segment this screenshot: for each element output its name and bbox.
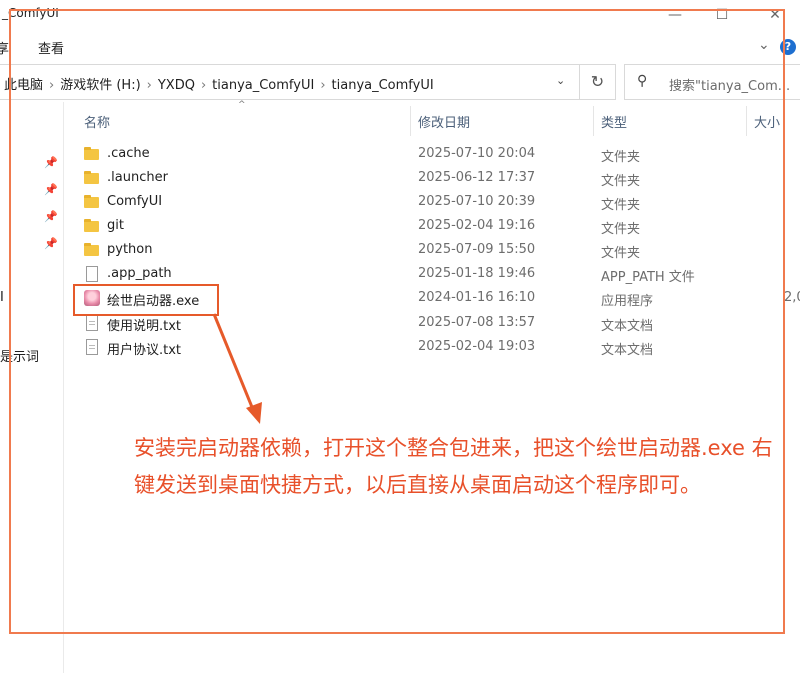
file-date: 2025-07-08 13:57 [418, 315, 536, 330]
address-bar[interactable]: 此电脑 › 游戏软件 (H:) › YXDQ › tianya_ComfyUI › tianya… [0, 64, 580, 100]
column-header-type[interactable]: 类型 [601, 112, 627, 131]
file-name: python [107, 242, 153, 257]
file-icon [84, 266, 100, 282]
annotation-text: 安装完启动器依赖，打开这个整合包进来，把这个绘世启动器.exe 右键发送到桌面快… [134, 436, 773, 497]
maximize-button[interactable]: ☐ [707, 4, 737, 26]
refresh-button[interactable]: ↻ [580, 64, 616, 100]
column-header-name[interactable]: 名称 [84, 112, 110, 131]
breadcrumb-tianya-1[interactable]: tianya_ComfyUI [212, 78, 314, 93]
breadcrumb: 此电脑 › 游戏软件 (H:) › YXDQ › tianya_ComfyUI › tianya… [4, 74, 434, 93]
text-file-icon [84, 339, 100, 355]
file-name: git [107, 218, 124, 233]
file-date: 2025-07-10 20:04 [418, 146, 536, 161]
chevron-right-icon: › [200, 78, 207, 93]
file-name: 使用说明.txt [107, 319, 182, 334]
file-date: 2025-02-04 19:16 [418, 218, 536, 233]
table-row[interactable]: git 2025-02-04 19:16 文件夹 [64, 214, 800, 238]
file-type: 文件夹 [601, 198, 641, 213]
minimize-button[interactable]: — [660, 4, 690, 26]
file-type: 文本文档 [601, 343, 654, 358]
search-icon: ⚲ [637, 73, 648, 89]
file-date: 2025-07-09 15:50 [418, 242, 536, 257]
file-type: 文件夹 [601, 222, 641, 237]
file-type: APP_PATH 文件 [601, 270, 695, 285]
navigation-pane: 📌 📌 📌 📌 I 是示词 [0, 102, 64, 673]
file-date: 2025-02-04 19:03 [418, 339, 536, 354]
table-row[interactable]: python 2025-07-09 15:50 文件夹 [64, 238, 800, 262]
search-placeholder: 搜索"tianya_Com... [669, 79, 791, 94]
nav-item-fragment[interactable]: I [0, 290, 4, 305]
chevron-right-icon: › [320, 78, 326, 93]
search-input[interactable]: ⚲ 搜索"tianya_Com... [624, 64, 800, 100]
column-divider[interactable] [746, 106, 747, 136]
ribbon-bar: 享 查看 ⌄ ? [0, 32, 800, 60]
file-name: ComfyUI [107, 194, 163, 209]
table-row[interactable]: 使用说明.txt 2025-07-08 13:57 文本文档 [64, 311, 800, 335]
table-row[interactable]: ComfyUI 2025-07-10 20:39 文件夹 [64, 190, 800, 214]
annotation-arrow [212, 313, 262, 424]
file-type: 应用程序 [601, 294, 654, 309]
breadcrumb-this-pc[interactable]: 此电脑 [4, 78, 43, 93]
column-divider[interactable] [593, 106, 594, 136]
file-name: 用户协议.txt [107, 343, 182, 358]
column-header-date[interactable]: 修改日期 [418, 112, 470, 131]
folder-icon [84, 242, 100, 258]
address-history-dropdown[interactable]: ⌄ [556, 74, 565, 87]
pin-icon[interactable]: 📌 [44, 183, 58, 196]
file-name: .launcher [107, 170, 168, 185]
file-name: .cache [107, 146, 150, 161]
column-divider[interactable] [410, 106, 411, 136]
tab-share[interactable]: 享 [0, 38, 9, 57]
file-size: 2,0 [784, 290, 800, 305]
folder-icon [84, 194, 100, 210]
file-date: 2025-07-10 20:39 [418, 194, 536, 209]
pin-icon[interactable]: 📌 [44, 156, 58, 169]
text-file-icon [84, 315, 100, 331]
breadcrumb-yxdq[interactable]: YXDQ [158, 78, 195, 93]
table-row[interactable]: 用户协议.txt 2025-02-04 19:03 文本文档 [64, 335, 800, 359]
nav-item-prompts[interactable]: 是示词 [0, 346, 39, 365]
file-type: 文件夹 [601, 246, 641, 261]
file-name: .app_path [107, 266, 172, 281]
chevron-right-icon: › [146, 78, 152, 93]
title-bar: _ComfyUI — ☐ ✕ [0, 0, 800, 32]
file-type: 文件夹 [601, 174, 641, 189]
chevron-right-icon: › [49, 78, 55, 93]
column-headers: ^ 名称 修改日期 类型 大小 [64, 100, 800, 138]
file-name: 绘世启动器.exe [107, 294, 200, 309]
pin-icon[interactable]: 📌 [44, 237, 58, 250]
chevron-down-icon[interactable]: ⌄ [758, 37, 770, 53]
folder-icon [84, 146, 100, 162]
close-button[interactable]: ✕ [760, 4, 790, 26]
folder-icon [84, 218, 100, 234]
pin-icon[interactable]: 📌 [44, 210, 58, 223]
file-type: 文本文档 [601, 319, 654, 334]
breadcrumb-tianya-2[interactable]: tianya_ComfyUI [332, 78, 434, 93]
window-title: _ComfyUI [2, 6, 59, 20]
table-row[interactable]: .app_path 2025-01-18 19:46 APP_PATH 文件 [64, 262, 800, 286]
file-date: 2024-01-16 16:10 [418, 290, 536, 305]
file-date: 2025-01-18 19:46 [418, 266, 536, 281]
table-row[interactable]: 绘世启动器.exe 2024-01-16 16:10 应用程序 2,0 [64, 286, 800, 310]
table-row[interactable]: .launcher 2025-06-12 17:37 文件夹 [64, 166, 800, 190]
file-date: 2025-06-12 17:37 [418, 170, 536, 185]
file-type: 文件夹 [601, 150, 641, 165]
app-icon [84, 290, 100, 306]
table-row[interactable]: .cache 2025-07-10 20:04 文件夹 [64, 142, 800, 166]
column-header-size[interactable]: 大小 [754, 112, 780, 131]
folder-icon [84, 170, 100, 186]
tab-view[interactable]: 查看 [38, 38, 64, 57]
help-icon[interactable]: ? [780, 39, 796, 55]
breadcrumb-drive[interactable]: 游戏软件 (H:) [60, 78, 140, 93]
sort-ascending-icon: ^ [238, 100, 246, 110]
